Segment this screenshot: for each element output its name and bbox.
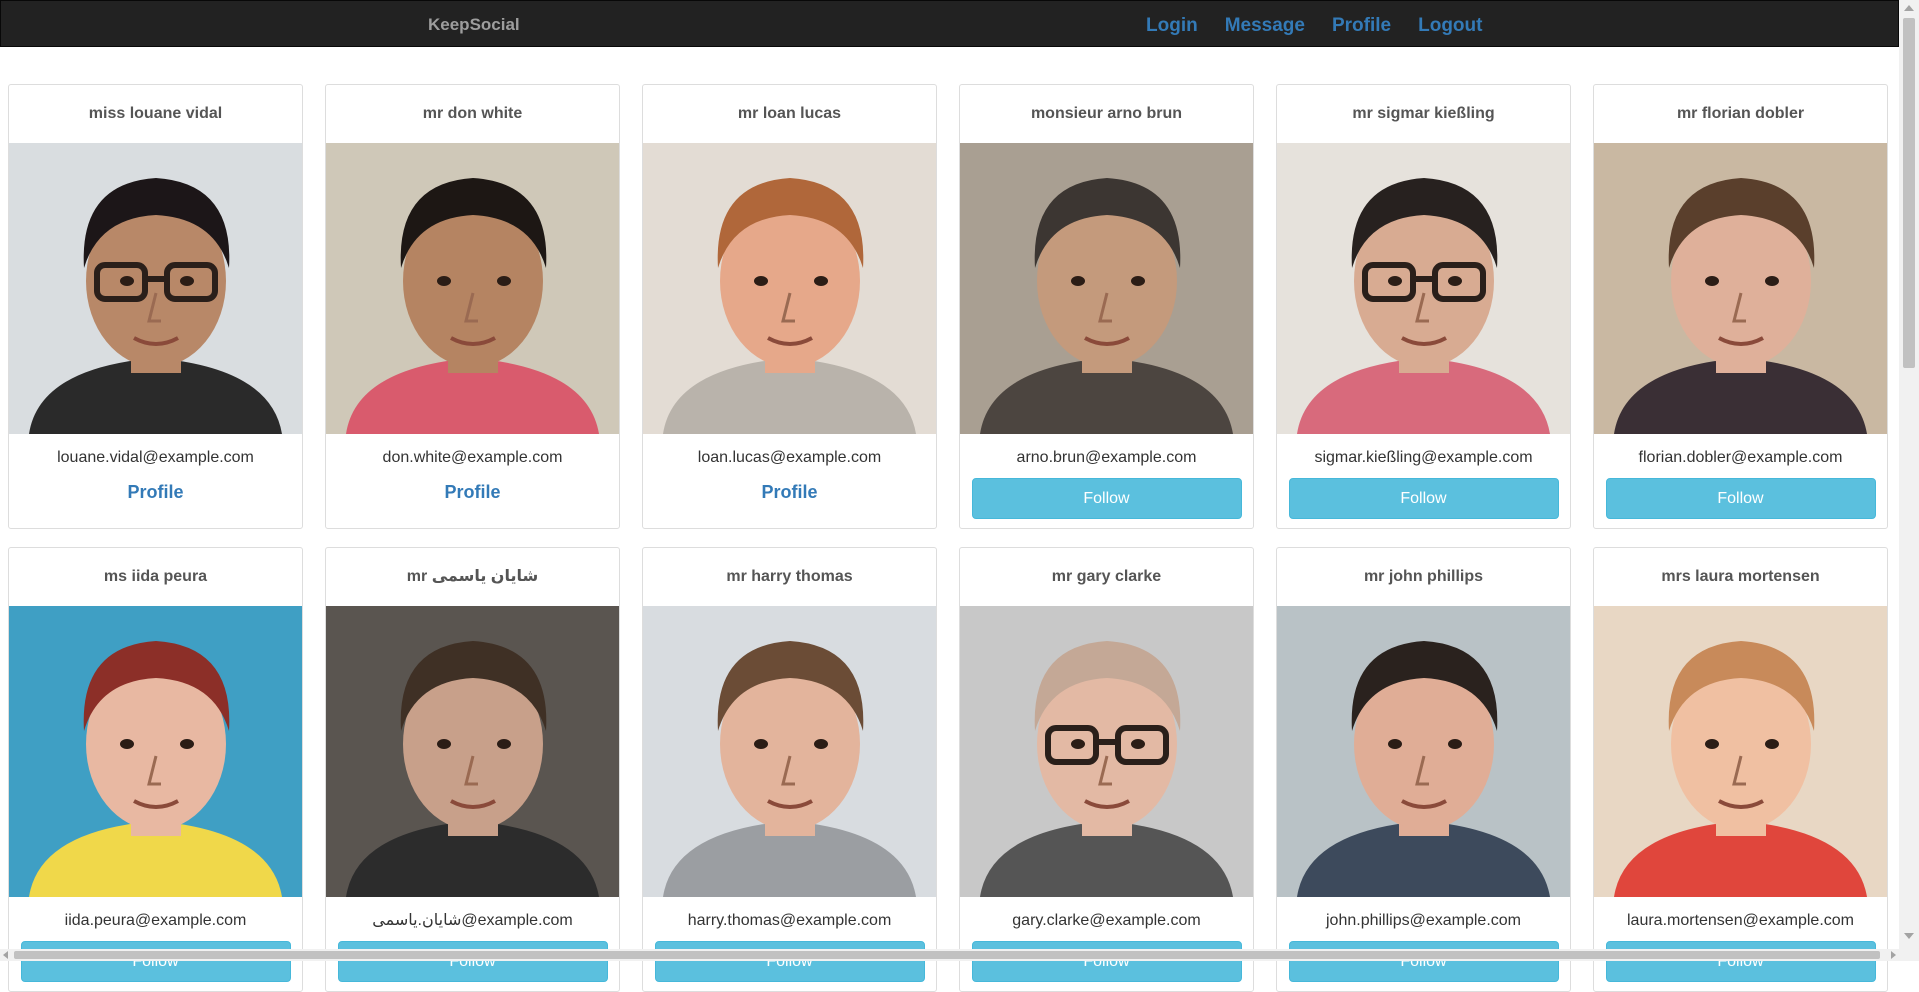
follow-button[interactable]: Follow <box>20 941 291 982</box>
user-email: laura.mortensen@example.com <box>1626 912 1854 929</box>
user-avatar-photo <box>1277 606 1570 897</box>
vertical-scrollbar[interactable] <box>1899 0 1919 961</box>
user-card: mr شایان یاسمی شایان.یاسمی@example.com Fol… <box>325 547 620 992</box>
user-email: john.phillips@example.com <box>1326 912 1521 929</box>
user-card: mr loan lucas loan.lucas@example.com Profi… <box>642 84 937 529</box>
follow-button[interactable]: Follow <box>337 941 608 982</box>
user-email: gary.clarke@example.com <box>1012 912 1201 929</box>
user-email: شایان.یاسمی@example.com <box>372 912 573 929</box>
vertical-scroll-thumb[interactable] <box>1903 18 1915 368</box>
user-avatar-photo <box>1594 143 1887 434</box>
brand-logo[interactable]: KeepSocial <box>428 1 520 48</box>
user-name: mr john phillips <box>1363 568 1484 585</box>
nav-logout-link[interactable]: Logout <box>1418 1 1482 48</box>
follow-button[interactable]: Follow <box>1605 941 1876 982</box>
user-card: mrs laura mortensen laura.mortensen@examp… <box>1593 547 1888 992</box>
user-card: mr florian dobler florian.dobler@example.… <box>1593 84 1888 529</box>
horizontal-scrollbar[interactable] <box>0 949 1899 961</box>
scroll-down-arrow-icon[interactable] <box>1904 933 1914 939</box>
user-name: mr gary clarke <box>1051 568 1162 585</box>
user-card: mr john phillips john.phillips@example.co… <box>1276 547 1571 992</box>
horizontal-scroll-thumb[interactable] <box>14 951 1880 959</box>
user-avatar-photo <box>1277 143 1570 434</box>
user-avatar-photo <box>1594 606 1887 897</box>
user-email: louane.vidal@example.com <box>57 449 254 466</box>
user-email: arno.brun@example.com <box>1016 449 1197 466</box>
user-card: ms iida peura iida.peura@example.com Follo… <box>8 547 303 992</box>
user-name: mr don white <box>422 105 523 122</box>
scroll-up-arrow-icon[interactable] <box>1904 5 1914 11</box>
user-email: florian.dobler@example.com <box>1638 449 1843 466</box>
user-name: mr loan lucas <box>737 105 842 122</box>
user-card: mr gary clarke gary.clarke@example.com Fol… <box>959 547 1254 992</box>
view-profile-link[interactable]: Profile <box>643 481 936 503</box>
user-avatar-photo <box>643 143 936 434</box>
user-card: mr don white don.white@example.com Profile <box>325 84 620 529</box>
user-card: miss louane vidal louane.vidal@example.co… <box>8 84 303 529</box>
user-card: mr harry thomas harry.thomas@example.com F… <box>642 547 937 992</box>
follow-button[interactable]: Follow <box>1605 478 1876 519</box>
user-card-grid: miss louane vidal louane.vidal@example.co… <box>8 84 1888 992</box>
user-card: monsieur arno brun arno.brun@example.com F… <box>959 84 1254 529</box>
user-name: mr florian dobler <box>1676 105 1805 122</box>
view-profile-link[interactable]: Profile <box>326 481 619 503</box>
user-name: miss louane vidal <box>88 105 223 122</box>
follow-button[interactable]: Follow <box>971 478 1242 519</box>
follow-button[interactable]: Follow <box>1288 941 1559 982</box>
user-name: mrs laura mortensen <box>1661 568 1820 585</box>
user-avatar-photo <box>9 143 302 434</box>
user-card: mr sigmar kießling sigmar.kießling@exampl… <box>1276 84 1571 529</box>
top-navbar: KeepSocial Login Message Profile Logout <box>0 0 1899 47</box>
user-email: iida.peura@example.com <box>64 912 247 929</box>
scroll-left-arrow-icon[interactable] <box>3 951 8 959</box>
nav-login-link[interactable]: Login <box>1146 1 1198 48</box>
user-name: monsieur arno brun <box>1030 105 1183 122</box>
nav-message-link[interactable]: Message <box>1225 1 1305 48</box>
user-avatar-photo <box>9 606 302 897</box>
scroll-right-arrow-icon[interactable] <box>1891 951 1896 959</box>
user-email: don.white@example.com <box>382 449 563 466</box>
user-avatar-photo <box>326 606 619 897</box>
user-name: ms iida peura <box>103 568 208 585</box>
user-name: mr harry thomas <box>726 568 853 585</box>
follow-button[interactable]: Follow <box>654 941 925 982</box>
user-avatar-photo <box>326 143 619 434</box>
user-email: sigmar.kießling@example.com <box>1314 449 1533 466</box>
view-profile-link[interactable]: Profile <box>9 481 302 503</box>
user-avatar-photo <box>643 606 936 897</box>
user-avatar-photo <box>960 606 1253 897</box>
user-name: mr sigmar kießling <box>1352 105 1495 122</box>
follow-button[interactable]: Follow <box>971 941 1242 982</box>
user-avatar-photo <box>960 143 1253 434</box>
user-name: mr شایان یاسمی <box>406 568 539 585</box>
user-email: loan.lucas@example.com <box>697 449 882 466</box>
nav-profile-link[interactable]: Profile <box>1332 1 1391 48</box>
nav-links: Login Message Profile Logout <box>1146 1 1509 48</box>
user-email: harry.thomas@example.com <box>687 912 892 929</box>
follow-button[interactable]: Follow <box>1288 478 1559 519</box>
